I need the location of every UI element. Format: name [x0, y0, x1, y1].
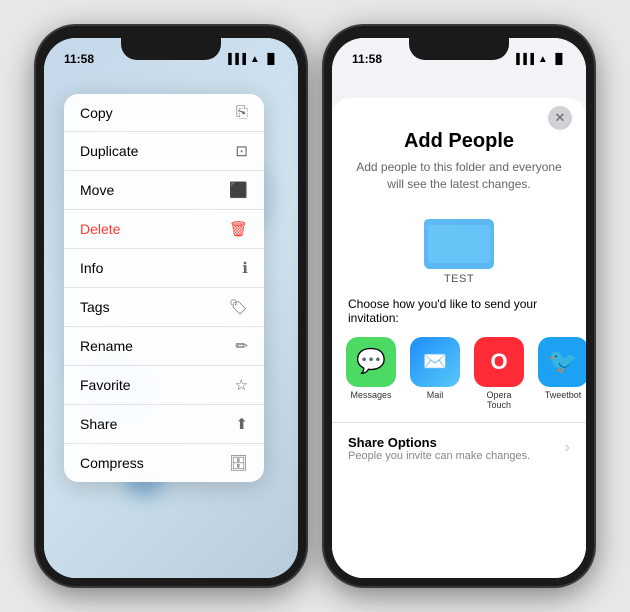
menu-item-compress[interactable]: Compress 🗄 — [64, 444, 264, 482]
close-icon: ✕ — [555, 110, 566, 126]
menu-item-rename-label: Rename — [80, 338, 133, 354]
add-people-sheet: ✕ Add People Add people to this folder a… — [332, 98, 586, 578]
right-signal-icon: ▐▐▐ — [513, 54, 534, 65]
menu-item-move[interactable]: Move ⬛ — [64, 171, 264, 210]
move-icon: ⬛ — [229, 181, 248, 199]
mail-icon: ✉️ — [410, 337, 460, 387]
rename-icon: ✏ — [235, 337, 248, 355]
copy-icon: ⎘ — [236, 104, 248, 121]
share-options-title: Share Options — [348, 435, 530, 450]
menu-item-tags-label: Tags — [80, 299, 110, 315]
right-status-icons: ▐▐▐ ▲ ▐▌ — [513, 54, 566, 65]
menu-item-info-label: Info — [80, 260, 103, 276]
right-screen: 11:58 ▐▐▐ ▲ ▐▌ ‹ Search ✕ Add Pe — [332, 38, 586, 578]
menu-item-duplicate[interactable]: Duplicate ⊡ — [64, 132, 264, 171]
menu-item-delete-label: Delete — [80, 221, 120, 237]
left-screen: 11:58 ▐▐▐ ▲ ▐▌ ‹ Search Copy ⎘ Dupl — [44, 38, 298, 578]
menu-item-compress-label: Compress — [80, 455, 144, 471]
app-messages[interactable]: 💬 Messages — [346, 337, 396, 410]
folder-name-label: TEST — [444, 273, 474, 285]
folder-preview-icon — [424, 211, 494, 269]
share-options-chevron: › — [565, 439, 570, 457]
share-options-subtitle: People you invite can make changes. — [348, 450, 530, 462]
mail-label: Mail — [427, 390, 444, 400]
share-options-row[interactable]: Share Options People you invite can make… — [332, 422, 586, 474]
tweetbot-icon: 🐦 — [538, 337, 586, 387]
favorite-icon: ☆ — [235, 376, 248, 394]
share-icon: ⬆ — [235, 415, 248, 433]
menu-item-info[interactable]: Info ℹ — [64, 249, 264, 288]
delete-icon: 🗑 — [229, 220, 248, 238]
menu-item-delete[interactable]: Delete 🗑 — [64, 210, 264, 249]
notch-right — [409, 38, 509, 60]
invitation-label: Choose how you'd like to send your invit… — [332, 289, 586, 333]
info-icon: ℹ — [242, 259, 248, 277]
app-mail[interactable]: ✉️ Mail — [410, 337, 460, 410]
right-phone: 11:58 ▐▐▐ ▲ ▐▌ ‹ Search ✕ Add Pe — [324, 26, 594, 586]
menu-item-copy[interactable]: Copy ⎘ — [64, 94, 264, 132]
menu-item-share-label: Share — [80, 416, 117, 432]
folder-preview: TEST — [332, 203, 586, 289]
sheet-subtitle: Add people to this folder and everyone w… — [332, 159, 586, 203]
menu-item-move-label: Move — [80, 182, 114, 198]
menu-item-favorite[interactable]: Favorite ☆ — [64, 366, 264, 405]
messages-label: Messages — [350, 390, 391, 400]
app-tweetbot[interactable]: 🐦 Tweetbot — [538, 337, 586, 410]
sheet-title: Add People — [332, 130, 586, 159]
app-icons-row: 💬 Messages ✉️ Mail O Opera Touch — [332, 333, 586, 418]
opera-icon: O — [474, 337, 524, 387]
app-opera[interactable]: O Opera Touch — [474, 337, 524, 410]
menu-item-tags[interactable]: Tags 🏷 — [64, 288, 264, 327]
close-button[interactable]: ✕ — [548, 106, 572, 130]
tweetbot-label: Tweetbot — [545, 390, 582, 400]
menu-item-copy-label: Copy — [80, 105, 113, 121]
status-icons: ▐▐▐ ▲ ▐▌ — [225, 54, 278, 65]
status-time: 11:58 — [64, 52, 94, 66]
signal-icon: ▐▐▐ — [225, 54, 246, 65]
messages-icon: 💬 — [346, 337, 396, 387]
menu-item-favorite-label: Favorite — [80, 377, 131, 393]
wifi-icon: ▲ — [250, 54, 260, 65]
battery-icon: ▐▌ — [264, 54, 278, 65]
right-status-time: 11:58 — [352, 52, 382, 66]
right-wifi-icon: ▲ — [538, 54, 548, 65]
compress-icon: 🗄 — [229, 454, 248, 472]
tags-icon: 🏷 — [229, 298, 248, 316]
menu-item-duplicate-label: Duplicate — [80, 143, 138, 159]
sheet-header: ✕ — [332, 98, 586, 130]
share-options-text: Share Options People you invite can make… — [348, 435, 530, 462]
duplicate-icon: ⊡ — [235, 142, 248, 160]
menu-item-share[interactable]: Share ⬆ — [64, 405, 264, 444]
notch — [121, 38, 221, 60]
menu-item-rename[interactable]: Rename ✏ — [64, 327, 264, 366]
left-phone: 11:58 ▐▐▐ ▲ ▐▌ ‹ Search Copy ⎘ Dupl — [36, 26, 306, 586]
opera-label: Opera Touch — [474, 390, 524, 410]
right-battery-icon: ▐▌ — [552, 54, 566, 65]
context-menu: Copy ⎘ Duplicate ⊡ Move ⬛ Delete 🗑 Info — [64, 94, 264, 482]
